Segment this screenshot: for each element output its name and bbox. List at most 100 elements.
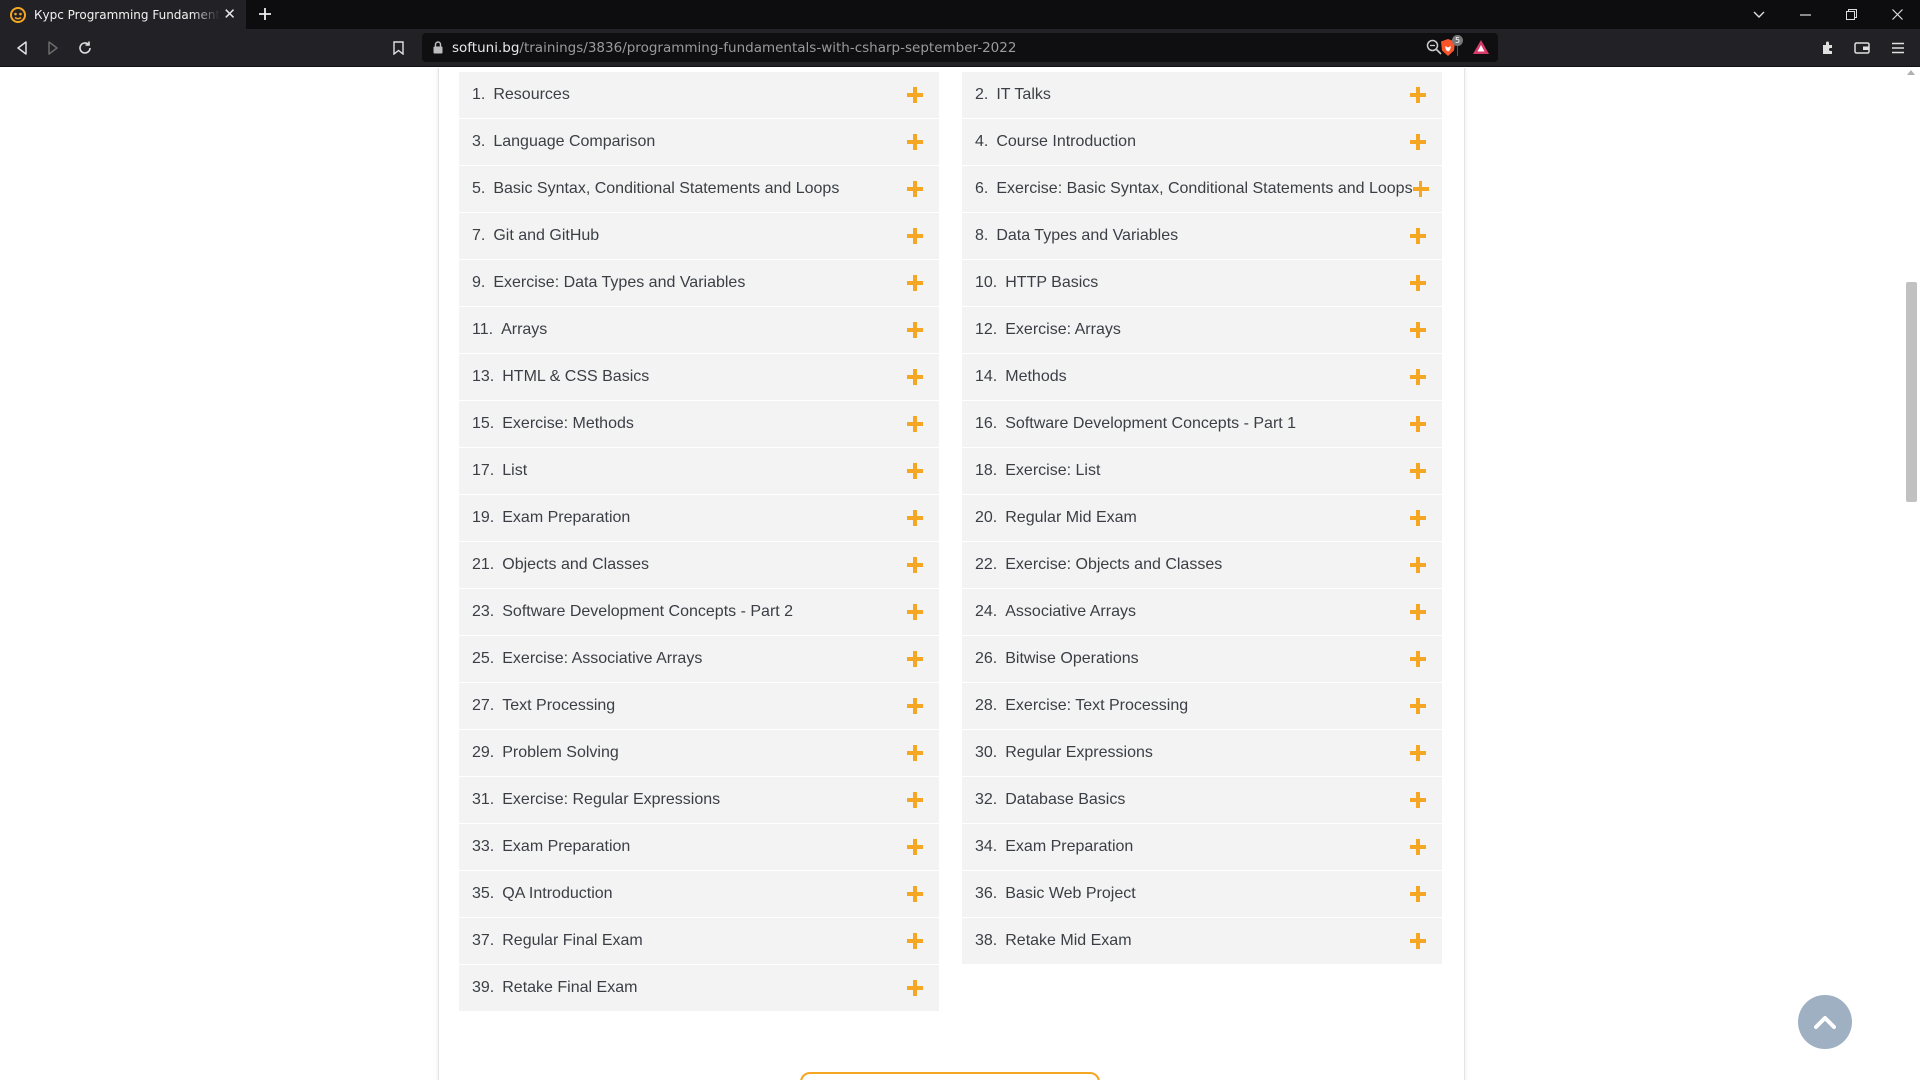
- lesson-item[interactable]: 21. Objects and Classes: [459, 542, 939, 589]
- back-icon[interactable]: [11, 38, 33, 58]
- lesson-item[interactable]: 1. Resources: [459, 72, 939, 119]
- lesson-item[interactable]: 28. Exercise: Text Processing: [962, 683, 1442, 730]
- expand-plus-icon[interactable]: [907, 980, 923, 996]
- expand-plus-icon[interactable]: [907, 228, 923, 244]
- lesson-item[interactable]: 36. Basic Web Project: [962, 871, 1442, 918]
- expand-plus-icon[interactable]: [907, 651, 923, 667]
- expand-plus-icon[interactable]: [907, 510, 923, 526]
- cta-button-edge[interactable]: [800, 1072, 1100, 1080]
- lesson-item[interactable]: 18. Exercise: List: [962, 448, 1442, 495]
- lesson-item[interactable]: 26. Bitwise Operations: [962, 636, 1442, 683]
- expand-plus-icon[interactable]: [907, 87, 923, 103]
- lesson-item[interactable]: 32. Database Basics: [962, 777, 1442, 824]
- reload-icon[interactable]: [74, 38, 96, 58]
- browser-tab-active[interactable]: Курс Programming Fundamentals with C# - …: [0, 0, 246, 29]
- expand-plus-icon[interactable]: [1410, 369, 1426, 385]
- expand-plus-icon[interactable]: [907, 181, 923, 197]
- expand-plus-icon[interactable]: [1410, 651, 1426, 667]
- menu-icon[interactable]: [1888, 38, 1908, 58]
- expand-plus-icon[interactable]: [1410, 745, 1426, 761]
- lesson-item[interactable]: 15. Exercise: Methods: [459, 401, 939, 448]
- lock-icon[interactable]: [432, 41, 444, 55]
- lesson-item[interactable]: 31. Exercise: Regular Expressions: [459, 777, 939, 824]
- lesson-item[interactable]: 25. Exercise: Associative Arrays: [459, 636, 939, 683]
- expand-plus-icon[interactable]: [907, 604, 923, 620]
- lesson-item[interactable]: 27. Text Processing: [459, 683, 939, 730]
- brave-rewards-icon[interactable]: [1472, 39, 1490, 57]
- lesson-item[interactable]: 11. Arrays: [459, 307, 939, 354]
- scroll-to-top-button[interactable]: [1798, 995, 1852, 1049]
- expand-plus-icon[interactable]: [907, 557, 923, 573]
- lesson-item[interactable]: 37. Regular Final Exam: [459, 918, 939, 965]
- expand-plus-icon[interactable]: [907, 933, 923, 949]
- expand-plus-icon[interactable]: [1410, 87, 1426, 103]
- expand-plus-icon[interactable]: [1410, 698, 1426, 714]
- lesson-item[interactable]: 8. Data Types and Variables: [962, 213, 1442, 260]
- expand-plus-icon[interactable]: [907, 698, 923, 714]
- expand-plus-icon[interactable]: [1410, 510, 1426, 526]
- expand-plus-icon[interactable]: [1410, 134, 1426, 150]
- scroll-up-arrow-icon[interactable]: [1907, 70, 1915, 75]
- expand-plus-icon[interactable]: [1410, 322, 1426, 338]
- lesson-item[interactable]: 38. Retake Mid Exam: [962, 918, 1442, 965]
- expand-plus-icon[interactable]: [907, 792, 923, 808]
- close-window-icon[interactable]: [1874, 0, 1920, 29]
- lesson-item[interactable]: 30. Regular Expressions: [962, 730, 1442, 777]
- forward-icon[interactable]: [42, 38, 64, 58]
- lesson-item[interactable]: 35. QA Introduction: [459, 871, 939, 918]
- lesson-item[interactable]: 12. Exercise: Arrays: [962, 307, 1442, 354]
- expand-plus-icon[interactable]: [907, 839, 923, 855]
- lesson-item[interactable]: 10. HTTP Basics: [962, 260, 1442, 307]
- expand-plus-icon[interactable]: [907, 416, 923, 432]
- expand-plus-icon[interactable]: [907, 369, 923, 385]
- lesson-item[interactable]: 9. Exercise: Data Types and Variables: [459, 260, 939, 307]
- lesson-item[interactable]: 13. HTML & CSS Basics: [459, 354, 939, 401]
- url-text[interactable]: softuni.bg/trainings/3836/programming-fu…: [452, 40, 1016, 56]
- lesson-item[interactable]: 3. Language Comparison: [459, 119, 939, 166]
- page-scrollbar[interactable]: [1903, 68, 1920, 1080]
- lesson-item[interactable]: 19. Exam Preparation: [459, 495, 939, 542]
- expand-plus-icon[interactable]: [1410, 886, 1426, 902]
- expand-plus-icon[interactable]: [1410, 228, 1426, 244]
- expand-plus-icon[interactable]: [1410, 275, 1426, 291]
- new-tab-icon[interactable]: [254, 3, 276, 25]
- lesson-item[interactable]: 24. Associative Arrays: [962, 589, 1442, 636]
- tab-close-icon[interactable]: ✕: [223, 5, 236, 23]
- lesson-item[interactable]: 33. Exam Preparation: [459, 824, 939, 871]
- lesson-item[interactable]: 17. List: [459, 448, 939, 495]
- wallet-icon[interactable]: [1852, 38, 1872, 58]
- lesson-item[interactable]: 29. Problem Solving: [459, 730, 939, 777]
- lesson-item[interactable]: 5. Basic Syntax, Conditional Statements a…: [459, 166, 939, 213]
- lesson-item[interactable]: 14. Methods: [962, 354, 1442, 401]
- expand-plus-icon[interactable]: [907, 322, 923, 338]
- expand-plus-icon[interactable]: [1410, 839, 1426, 855]
- bookmark-icon[interactable]: [390, 38, 406, 58]
- expand-plus-icon[interactable]: [907, 745, 923, 761]
- expand-plus-icon[interactable]: [1410, 933, 1426, 949]
- lesson-item[interactable]: 7. Git and GitHub: [459, 213, 939, 260]
- restore-icon[interactable]: [1828, 0, 1874, 29]
- lesson-item[interactable]: 23. Software Development Concepts - Part …: [459, 589, 939, 636]
- lesson-item[interactable]: 6. Exercise: Basic Syntax, Conditional St…: [962, 166, 1442, 213]
- address-bar[interactable]: softuni.bg/trainings/3836/programming-fu…: [422, 33, 1498, 62]
- lesson-item[interactable]: 4. Course Introduction: [962, 119, 1442, 166]
- minimize-icon[interactable]: [1782, 0, 1828, 29]
- tab-search-chevron-icon[interactable]: [1736, 0, 1782, 29]
- scroll-thumb[interactable]: [1906, 282, 1917, 502]
- lesson-item[interactable]: 20. Regular Mid Exam: [962, 495, 1442, 542]
- expand-plus-icon[interactable]: [1412, 181, 1429, 197]
- expand-plus-icon[interactable]: [907, 463, 923, 479]
- expand-plus-icon[interactable]: [1410, 792, 1426, 808]
- lesson-item[interactable]: 16. Software Development Concepts - Part …: [962, 401, 1442, 448]
- extensions-icon[interactable]: [1818, 38, 1838, 58]
- lesson-item[interactable]: 39. Retake Final Exam: [459, 965, 939, 1012]
- expand-plus-icon[interactable]: [907, 275, 923, 291]
- lesson-item[interactable]: 34. Exam Preparation: [962, 824, 1442, 871]
- expand-plus-icon[interactable]: [907, 886, 923, 902]
- expand-plus-icon[interactable]: [1410, 463, 1426, 479]
- expand-plus-icon[interactable]: [1410, 604, 1426, 620]
- lesson-item[interactable]: 22. Exercise: Objects and Classes: [962, 542, 1442, 589]
- expand-plus-icon[interactable]: [907, 134, 923, 150]
- lesson-item[interactable]: 2. IT Talks: [962, 72, 1442, 119]
- expand-plus-icon[interactable]: [1410, 557, 1426, 573]
